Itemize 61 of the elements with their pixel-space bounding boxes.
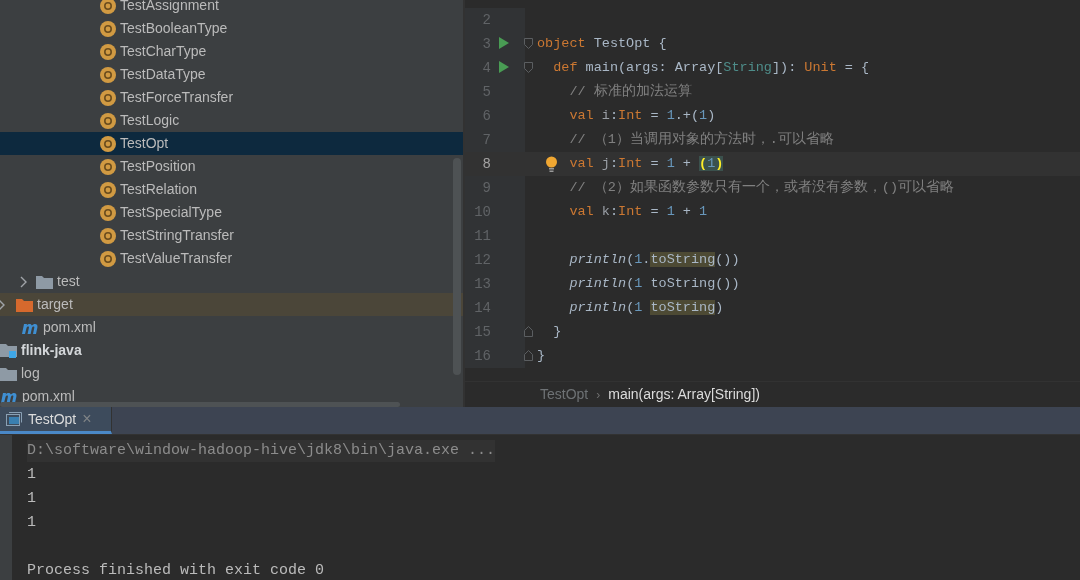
tree-item[interactable]: target <box>0 293 463 316</box>
code-line: // （1）当调用对象的方法时，.可以省略 <box>568 130 834 149</box>
tree-item[interactable]: pom.xml <box>0 385 463 407</box>
console-line: 1 <box>27 488 36 509</box>
class-icon <box>100 204 116 221</box>
tab-label: TestOpt <box>28 409 77 429</box>
class-icon <box>100 66 116 83</box>
code-line: val k:Int = 1 + 1 <box>568 202 708 221</box>
class-icon <box>100 250 116 267</box>
folder-icon <box>36 274 53 289</box>
line-number: 8 <box>481 154 491 174</box>
run-tab[interactable]: TestOpt × <box>0 407 112 434</box>
tree-item[interactable]: test <box>0 270 463 293</box>
code-line: object TestOpt { <box>537 34 667 53</box>
tree-item[interactable]: TestCharType <box>0 40 463 63</box>
code-line: } <box>537 346 546 365</box>
tree-item[interactable]: TestAssignment <box>0 0 463 17</box>
class-icon <box>100 43 116 60</box>
tree-item[interactable]: TestOpt <box>0 132 463 155</box>
code-line: println(1.toString()) <box>568 250 740 269</box>
console-icon <box>6 412 22 426</box>
console-line: 1 <box>27 512 36 533</box>
console-line: 1 <box>27 464 36 485</box>
tree-item[interactable]: TestForceTransfer <box>0 86 463 109</box>
tree-item[interactable]: TestBooleanType <box>0 17 463 40</box>
console-line: Process finished with exit code 0 <box>27 560 325 580</box>
module-folder-icon <box>0 342 17 359</box>
code-line: // 标准的加法运算 <box>568 82 692 101</box>
code-line: println(1 toString) <box>568 298 724 317</box>
code-line: } <box>552 322 562 341</box>
tree-item[interactable]: flink-java <box>0 339 463 362</box>
class-icon <box>100 89 116 106</box>
code-line: val j:Int = 1 + (1) <box>568 154 724 173</box>
tree-item[interactable]: TestPosition <box>0 155 463 178</box>
class-icon <box>100 0 116 14</box>
class-icon <box>100 181 116 198</box>
tree-item[interactable]: TestRelation <box>0 178 463 201</box>
tree-item[interactable]: TestLogic <box>0 109 463 132</box>
breadcrumb-separator: › <box>596 386 601 404</box>
tree-item[interactable]: TestDataType <box>0 63 463 86</box>
scrollbar[interactable] <box>453 158 461 375</box>
chevron-right-icon <box>18 275 28 288</box>
tree-item[interactable]: TestSpecialType <box>0 201 463 224</box>
code-line: println(1 toString()) <box>568 274 740 293</box>
class-icon <box>100 227 116 244</box>
tree-item[interactable]: log <box>0 362 463 385</box>
code-line: def main(args: Array[String]): Unit = { <box>552 58 870 77</box>
scrollbar[interactable] <box>0 402 400 407</box>
class-icon <box>100 158 116 175</box>
breadcrumb[interactable]: main(args: Array[String]) <box>608 384 760 405</box>
class-icon <box>100 135 116 152</box>
code-line: val i:Int = 1.+(1) <box>568 106 716 125</box>
class-icon <box>100 112 116 129</box>
folder-icon <box>0 366 17 381</box>
class-icon <box>100 20 116 37</box>
tree-item[interactable]: TestStringTransfer <box>0 224 463 247</box>
tree-item[interactable]: TestValueTransfer <box>0 247 463 270</box>
tree-item[interactable]: pom.xml <box>0 316 463 339</box>
folder-icon <box>16 297 33 312</box>
code-line: // （2）如果函数参数只有一个，或者没有参数，()可以省略 <box>568 178 954 197</box>
breadcrumb[interactable]: TestOpt <box>540 384 589 405</box>
